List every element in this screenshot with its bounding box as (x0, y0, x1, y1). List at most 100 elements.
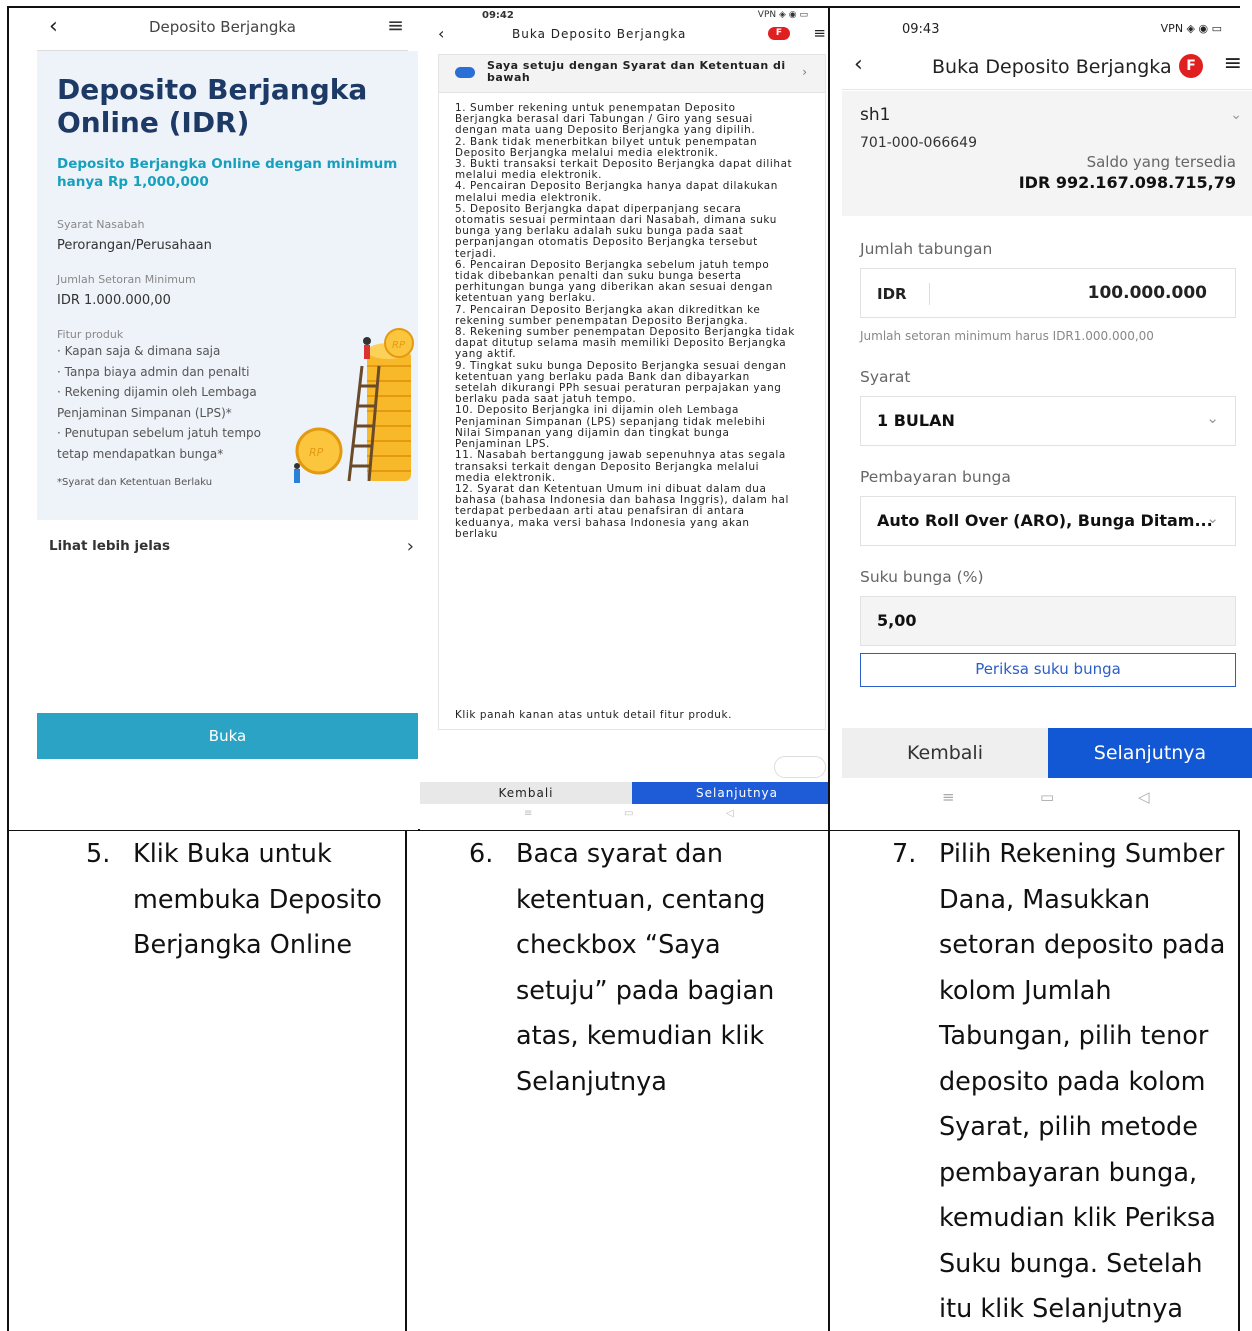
amount-input[interactable]: IDR 100.000.000 (860, 268, 1236, 318)
term-item: 4. Pencairan Deposito Berjangka hanya da… (455, 180, 778, 204)
open-button[interactable]: Buka (37, 713, 418, 759)
minimum-value: IDR 1.000.000,00 (57, 293, 171, 308)
product-card: Deposito Berjangka Online (IDR) Deposito… (37, 51, 418, 520)
term-item: 3. Bukti transaksi terkait Deposito Berj… (455, 158, 793, 182)
back-button[interactable]: Kembali (842, 728, 1048, 778)
step-text: Pilih Rekening Sumber Dana, Masukkan set… (939, 839, 1226, 1324)
source-account-select[interactable]: sh1 701-000-066649 ⌄ Saldo yang tersedia… (842, 91, 1252, 216)
term-item: 11. Nasabah bertanggung jawab sepenuhnya… (455, 449, 786, 484)
field-divider (929, 283, 930, 305)
android-nav-bar: ≡ ▭ ◁ (842, 788, 1252, 810)
see-more-link[interactable]: Lihat lebih jelas › (49, 536, 418, 557)
saldo-label: Saldo yang tersedia (1086, 153, 1236, 171)
interest-rate-field: 5,00 (860, 596, 1236, 646)
term-item: 6. Pencairan Deposito Berjangka sebelum … (455, 258, 773, 305)
screenshot-terms: 09:42 VPN ◈ ◉ ▭ ‹ Buka Deposito Berjangk… (420, 8, 828, 830)
vpn-icon: VPN (1160, 22, 1184, 35)
terms-note: *Syarat dan Ketentuan Berlaku (57, 477, 213, 488)
syarat-label: Syarat (860, 368, 911, 386)
amount-value: 100.000.000 (1087, 283, 1207, 303)
header-title: Buka Deposito Berjangka (932, 56, 1172, 78)
home-icon[interactable]: ▭ (1040, 788, 1054, 806)
terms-box: Saya setuju dengan Syarat dan Ketentuan … (438, 54, 826, 730)
svg-text:RP: RP (392, 340, 406, 351)
suku-label: Suku bunga (%) (860, 568, 984, 586)
amount-hint: Jumlah setoran minimum harus IDR1.000.00… (860, 329, 1154, 343)
interest-payment-value: Auto Roll Over (ARO), Bunga Ditam... (877, 511, 1213, 530)
terms-list: 1. Sumber rekening untuk penempatan Depo… (455, 102, 795, 540)
chevron-right-icon: › (406, 536, 414, 557)
term-item: 9. Tingkat suku bunga Deposito Berjangka… (455, 359, 787, 406)
scroll-handle[interactable] (774, 756, 826, 778)
status-icons: VPN ◈ ◉ ▭ (1160, 22, 1222, 35)
status-icons: VPN ◈ ◉ ▭ (757, 10, 808, 20)
next-button[interactable]: Selanjutnya (1048, 728, 1252, 778)
back-button[interactable]: Kembali (420, 782, 632, 804)
term-item: 12. Syarat dan Ketentuan Umum ini dibuat… (455, 482, 790, 540)
tenor-value: 1 BULAN (877, 411, 955, 430)
chevron-down-icon: ⌄ (1206, 409, 1219, 427)
term-item: 1. Sumber rekening untuk penempatan Depo… (455, 102, 756, 137)
account-name: sh1 (860, 105, 891, 125)
checkbox-icon[interactable] (455, 67, 475, 78)
person-icon (363, 337, 371, 359)
agree-row[interactable]: Saya setuju dengan Syarat dan Ketentuan … (439, 55, 825, 93)
back-icon[interactable]: ‹ (854, 52, 863, 77)
product-subtitle: Deposito Berjangka Online dengan minimum… (57, 156, 398, 190)
terms-footer: Klik panah kanan atas untuk detail fitur… (455, 709, 733, 721)
term-item: 8. Rekening sumber penempatan Deposito B… (455, 326, 795, 361)
menu-icon[interactable]: ≡ (1224, 51, 1242, 76)
home-icon[interactable]: ▭ (624, 808, 633, 819)
syarat-value: Perorangan/Perusahaan (57, 238, 212, 253)
account-number: 701-000-066649 (860, 135, 977, 151)
tenor-select[interactable]: 1 BULAN ⌄ (860, 396, 1236, 446)
chevron-down-icon[interactable]: ⌄ (1230, 107, 1242, 123)
step-text: Baca syarat dan ketentuan, centang check… (516, 839, 775, 1097)
notification-badge[interactable]: F (768, 27, 790, 40)
minimum-label: Jumlah Setoran Minimum (57, 273, 196, 286)
recent-apps-icon[interactable]: ≡ (942, 788, 955, 806)
step-number: 5. (86, 839, 111, 869)
header-title: Buka Deposito Berjangka (512, 27, 687, 41)
term-item: 2. Bank tidak menerbitkan bilyet untuk p… (455, 135, 758, 159)
header-title: Deposito Berjangka (149, 18, 296, 36)
next-button[interactable]: Selanjutnya (632, 782, 828, 804)
screenshot-deposit-intro: ‹ Deposito Berjangka ≡ Deposito Berjangk… (9, 8, 418, 830)
step-number: 7. (892, 839, 917, 869)
coin-icon: RP (294, 427, 343, 483)
back-nav-icon[interactable]: ◁ (1138, 788, 1150, 806)
status-time: 09:42 (482, 10, 514, 21)
product-title: Deposito Berjangka Online (IDR) (57, 73, 368, 139)
menu-icon[interactable]: ≡ (813, 24, 826, 42)
chevron-right-icon[interactable]: › (802, 65, 807, 79)
feature-item: · Tanpa biaya admin dan penalti (57, 364, 250, 379)
check-rate-button[interactable]: Periksa suku bunga (860, 653, 1236, 687)
step-text: Klik Buka untuk membuka Deposito Berjang… (133, 839, 382, 960)
pembayaran-label: Pembayaran bunga (860, 468, 1011, 486)
feature-item: · Kapan saja & dimana saja (57, 344, 221, 358)
menu-icon[interactable]: ≡ (387, 13, 404, 37)
feature-list: · Kapan saja & dimana saja · Tanpa biaya… (57, 341, 277, 464)
app-header: ‹ Buka Deposito Berjangka F ≡ (842, 48, 1252, 90)
status-time: 09:43 (902, 22, 940, 37)
android-nav-bar: ≡ ▭ ◁ (420, 808, 828, 824)
feature-item: · Penutupan sebelum jatuh tempo tetap me… (57, 426, 261, 461)
syarat-label: Syarat Nasabah (57, 218, 145, 231)
currency-label: IDR (877, 285, 907, 303)
vpn-icon: VPN (757, 10, 777, 20)
term-item: 7. Pencairan Deposito Berjangka akan dik… (455, 303, 761, 327)
recent-apps-icon[interactable]: ≡ (524, 808, 532, 819)
chevron-down-icon: ⌄ (1206, 509, 1219, 527)
agree-label: Saya setuju dengan Syarat dan Ketentuan … (487, 59, 786, 84)
back-nav-icon[interactable]: ◁ (726, 808, 734, 819)
coins-illustration: RP RP (294, 328, 414, 483)
feature-item: · Rekening dijamin oleh Lembaga Penjamin… (57, 385, 257, 420)
step-number: 6. (469, 839, 494, 869)
screenshot-deposit-form: 09:43 VPN ◈ ◉ ▭ ‹ Buka Deposito Berjangk… (830, 8, 1252, 830)
app-header: ‹ Deposito Berjangka ≡ (37, 8, 408, 51)
jumlah-label: Jumlah tabungan (860, 240, 993, 258)
interest-payment-select[interactable]: Auto Roll Over (ARO), Bunga Ditam... ⌄ (860, 496, 1236, 546)
svg-text:RP: RP (309, 446, 324, 459)
back-icon[interactable]: ‹ (438, 24, 444, 43)
notification-badge[interactable]: F (1179, 54, 1203, 78)
